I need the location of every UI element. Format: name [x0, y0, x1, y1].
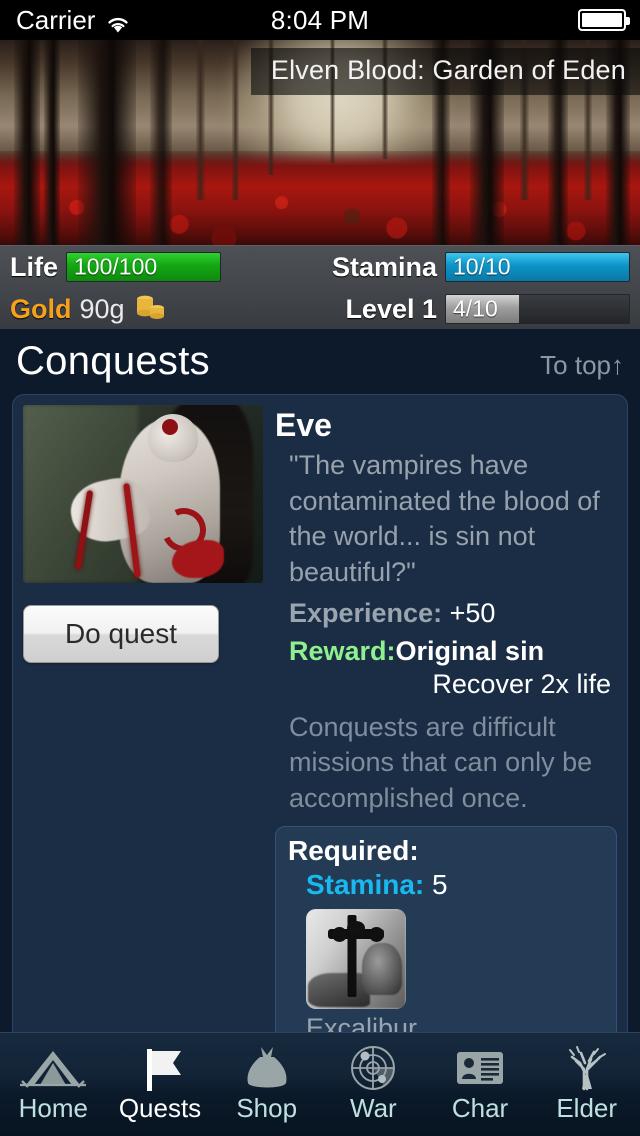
reward-effect: Recover 2x life [432, 668, 611, 699]
tab-war-label: War [350, 1093, 397, 1123]
content-area: Conquests To top↑ Do quest Eve "The vamp… [0, 329, 640, 1032]
tab-quests[interactable]: Quests [107, 1033, 214, 1136]
experience-row: Experience: +50 [275, 598, 617, 629]
status-bar: Carrier 8:04 PM [0, 0, 640, 40]
player-stats-bar: Life 100/100 Stamina 10/10 Gold 90g Leve… [0, 245, 640, 329]
gold-label: Gold [10, 293, 72, 324]
battery-full-icon [578, 9, 630, 31]
gold-stat: Gold 90g [10, 291, 320, 328]
required-item-label: Excalibur [306, 1013, 418, 1032]
tab-quests-label: Quests [118, 1093, 202, 1123]
stamina-value: 10/10 [453, 253, 511, 280]
tab-elder[interactable]: Elder [533, 1033, 640, 1136]
game-banner: Elven Blood: Garden of Eden [0, 40, 640, 245]
reward-row: Reward:Original sin [275, 636, 617, 667]
quest-card-right: Eve "The vampires have contaminated the … [275, 405, 617, 1032]
eve-portrait [23, 405, 263, 583]
reward-label: Reward: [289, 635, 396, 666]
quest-card: Do quest Eve "The vampires have contamin… [12, 394, 628, 1032]
moneybag-icon [230, 1041, 304, 1091]
experience-value: +50 [449, 597, 496, 628]
life-value: 100/100 [74, 253, 158, 280]
required-stamina-label: Stamina: [306, 869, 425, 901]
quest-card-left: Do quest [23, 405, 263, 1032]
required-box: Required: Stamina: 5 Excalibur [275, 826, 617, 1032]
tab-home-label: Home [18, 1093, 89, 1123]
experience-label: Experience: [289, 597, 443, 628]
tab-elder-label: Elder [556, 1093, 618, 1123]
to-top-link[interactable]: To top↑ [540, 350, 624, 381]
status-bar-right [578, 9, 630, 31]
game-title: Elven Blood: Garden of Eden [250, 48, 640, 95]
flag-icon [123, 1041, 197, 1091]
gold-value: 90g [79, 293, 125, 324]
coin-stack-icon [133, 291, 167, 328]
stamina-label: Stamina [331, 251, 437, 282]
required-title: Required: [288, 835, 419, 867]
stamina-stat: Stamina 10/10 [320, 252, 630, 283]
life-stat: Life 100/100 [10, 252, 320, 283]
tab-bar: Home Quests Shop War Char Elder [0, 1032, 640, 1136]
tab-home[interactable]: Home [0, 1033, 107, 1136]
status-bar-time: 8:04 PM [270, 4, 370, 35]
required-stamina-row: Stamina: 5 [288, 869, 604, 901]
radar-icon [336, 1041, 410, 1091]
quest-quote: "The vampires have contaminated the bloo… [289, 450, 600, 587]
required-stamina-value: 5 [432, 869, 448, 901]
life-bar: 100/100 [66, 252, 222, 282]
excalibur-thumbnail[interactable] [306, 909, 406, 1010]
tab-shop[interactable]: Shop [213, 1033, 320, 1136]
life-label: Life [10, 251, 59, 282]
tab-shop-label: Shop [236, 1093, 298, 1123]
page-title: Conquests [16, 339, 210, 383]
level-value: 4/10 [453, 295, 498, 322]
section-header: Conquests To top↑ [0, 329, 640, 390]
stamina-bar: 10/10 [445, 252, 630, 282]
required-item[interactable]: Excalibur [288, 909, 604, 1032]
quest-description: Conquests are difficult missions that ca… [289, 711, 593, 813]
tab-char-label: Char [451, 1093, 509, 1123]
idcard-icon [443, 1041, 517, 1091]
level-label: Level 1 [345, 293, 437, 324]
level-bar: 4/10 [445, 294, 630, 324]
tree-icon [550, 1041, 624, 1091]
quest-title: Eve [275, 407, 332, 443]
level-stat: Level 1 4/10 [320, 294, 630, 325]
tab-char[interactable]: Char [427, 1033, 534, 1136]
do-quest-button[interactable]: Do quest [23, 605, 219, 663]
tab-war[interactable]: War [320, 1033, 427, 1136]
reward-value: Original sin [395, 635, 545, 666]
app-root: Carrier 8:04 PM Elven Blood: Garden of E… [0, 0, 640, 1136]
tent-icon [16, 1041, 90, 1091]
